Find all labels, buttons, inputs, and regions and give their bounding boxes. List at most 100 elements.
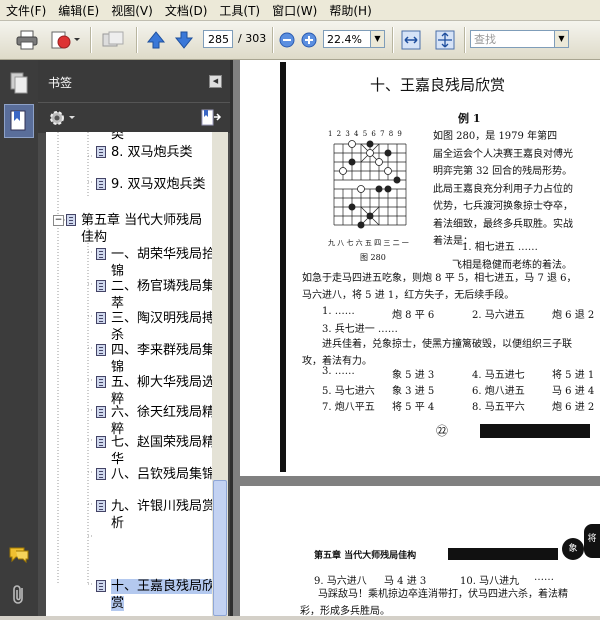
bookmark-page-icon bbox=[96, 344, 106, 356]
next-page-button[interactable] bbox=[172, 28, 196, 52]
running-header: 第五章 当代大师残局佳构 bbox=[314, 551, 417, 561]
bookmark-page-icon bbox=[96, 376, 106, 388]
menu-file[interactable]: 文件(F) bbox=[0, 2, 52, 19]
fit-width-button[interactable] bbox=[398, 28, 424, 52]
expand-bookmark-button[interactable] bbox=[200, 108, 222, 128]
fit-page-button[interactable] bbox=[432, 28, 458, 52]
bookmark-page-icon bbox=[96, 312, 106, 324]
paragraph-analysis: 进兵佳着，兑象掠士，使黑方撞篱破毁，以便组织三子联 攻，着法有力。 bbox=[302, 339, 572, 367]
chevron-down-icon: ▼ bbox=[374, 34, 381, 43]
bookmark-label: 五、柳大华残局选粹 bbox=[111, 375, 216, 407]
chevron-left-icon: ◀ bbox=[212, 77, 219, 85]
chevron-down-icon: ▼ bbox=[558, 34, 565, 43]
board-numbers-bottom: 九 八 七 六 五 四 三 二 一 bbox=[328, 239, 409, 247]
redaction-block bbox=[448, 548, 558, 560]
bookmark-icon bbox=[10, 110, 26, 131]
board-numbers-top: 1 2 3 4 5 6 7 8 9 bbox=[328, 130, 403, 138]
collapse-toggle[interactable]: − bbox=[53, 215, 64, 226]
menu-bar: 文件(F) 编辑(E) 视图(V) 文档(D) 工具(T) 窗口(W) 帮助(H… bbox=[0, 0, 600, 21]
paragraph-intro: 如图 280，是 1979 年第四 届全运会个人决赛王嘉良对傅光 明弈完第 32… bbox=[433, 131, 573, 247]
printer-icon bbox=[16, 30, 38, 50]
collaborate-button[interactable] bbox=[98, 28, 130, 52]
search-dropdown-button[interactable]: ▼ bbox=[555, 30, 569, 48]
bookmark-label: 第五章 当代大师残局佳构 bbox=[81, 213, 203, 245]
paragraph-analysis: 马踩敌马！乘机掠边卒连消带打，伏马四进六杀，着法精 彩，形成多兵胜局。 bbox=[300, 589, 568, 617]
panel-splitter[interactable] bbox=[230, 60, 233, 616]
toolbar: 285 / 303 22.4% ▼ 查找 ▼ bbox=[0, 21, 600, 60]
bookmark-scrollbar-thumb[interactable] bbox=[213, 480, 227, 616]
menu-view[interactable]: 视图(V) bbox=[105, 2, 159, 19]
bookmark-page-icon bbox=[66, 214, 76, 226]
menu-document[interactable]: 文档(D) bbox=[159, 2, 214, 19]
arrow-down-icon bbox=[174, 31, 194, 49]
search-input[interactable]: 查找 bbox=[470, 30, 555, 48]
bookmark-label: 一、胡荣华残局拾锦 bbox=[111, 247, 216, 279]
options-menu-button[interactable] bbox=[48, 108, 80, 128]
bookmark-label: 六、徐天红残局精粹 bbox=[111, 405, 216, 437]
toolbar-separator bbox=[392, 27, 394, 53]
move-line: 3. 兵七进一 …… bbox=[322, 324, 398, 335]
move-line: 1. 相七进五 …… bbox=[462, 242, 538, 253]
minus-icon: − bbox=[54, 215, 63, 225]
navigation-strip bbox=[0, 60, 38, 616]
bookmark-tree: − 类 8. 双马炮兵类 9. 双马双炮兵类 第五章 当代大师残局佳构 一、胡荣… bbox=[46, 132, 218, 616]
paragraph-analysis: 如急于走马四进五吃象，则炮 8 平 5，相七进五，马 7 退 6， 马六进八，将… bbox=[302, 273, 577, 301]
zoom-out-button[interactable] bbox=[278, 28, 296, 52]
example-label: 例 1 bbox=[458, 112, 481, 125]
toolbar-separator bbox=[90, 27, 92, 53]
bookmarks-toolbar bbox=[38, 102, 230, 133]
zoom-level-input[interactable]: 22.4% bbox=[323, 30, 371, 48]
fit-width-icon bbox=[401, 30, 421, 50]
bookmark-page-icon bbox=[96, 178, 106, 190]
comment-icon bbox=[9, 547, 29, 564]
figure-caption: 图 280 bbox=[360, 253, 386, 262]
bookmarks-panel-header: 书签 ◀ bbox=[38, 60, 230, 102]
menu-tools[interactable]: 工具(T) bbox=[213, 2, 266, 19]
toolbar-separator bbox=[136, 27, 138, 53]
bookmark-label: 8. 双马炮兵类 bbox=[111, 145, 193, 160]
collaborate-icon bbox=[102, 31, 124, 47]
bookmark-page-icon bbox=[96, 248, 106, 260]
bookmark-page-icon bbox=[96, 500, 106, 512]
bookmark-label: 十、王嘉良残局欣赏 bbox=[111, 579, 216, 611]
bookmark-page-icon bbox=[96, 580, 106, 592]
bookmark-page-icon bbox=[96, 280, 106, 292]
side-badge: 象 bbox=[562, 538, 584, 560]
fit-page-icon bbox=[435, 30, 455, 50]
toolbar-separator bbox=[464, 27, 466, 53]
print-button[interactable] bbox=[14, 28, 40, 52]
page-number: ㉒ bbox=[436, 424, 449, 438]
comments-panel-button[interactable] bbox=[6, 542, 32, 568]
create-pdf-icon bbox=[51, 31, 80, 49]
collapse-panel-button[interactable]: ◀ bbox=[209, 75, 222, 88]
zoom-dropdown-button[interactable]: ▼ bbox=[371, 30, 385, 48]
bookmarks-panel-button[interactable] bbox=[4, 104, 34, 138]
page-title: 十、王嘉良残局欣赏 bbox=[370, 76, 506, 94]
create-pdf-button[interactable] bbox=[48, 28, 82, 52]
zoom-in-button[interactable] bbox=[300, 28, 318, 52]
bookmark-page-icon bbox=[96, 436, 106, 448]
menu-help[interactable]: 帮助(H) bbox=[323, 2, 377, 19]
menu-window[interactable]: 窗口(W) bbox=[266, 2, 323, 19]
bookmark-label: 二、杨官璘残局集萃 bbox=[111, 279, 216, 311]
attachments-panel-button[interactable] bbox=[6, 582, 32, 608]
page-number-input[interactable]: 285 bbox=[203, 30, 233, 48]
expand-bookmark-icon bbox=[201, 109, 222, 126]
bookmark-label: 四、李来群残局集锦 bbox=[111, 343, 216, 375]
pages-panel-button[interactable] bbox=[6, 70, 32, 96]
gear-icon bbox=[50, 111, 75, 125]
bookmark-page-icon bbox=[96, 468, 106, 480]
bookmark-label: 三、陶汉明残局搏杀 bbox=[111, 311, 216, 343]
bookmark-label: 类 bbox=[111, 132, 125, 142]
xiangqi-board bbox=[333, 140, 407, 229]
document-page: 十、王嘉良残局欣赏 例 1 1 2 3 4 5 6 7 8 9 九 八 七 六 … bbox=[240, 60, 600, 476]
bookmark-label: 9. 双马双炮兵类 bbox=[111, 177, 206, 192]
arrow-up-icon bbox=[146, 31, 166, 49]
paperclip-icon bbox=[13, 585, 23, 604]
comment-line: 飞相是稳健而老练的着法。 bbox=[452, 260, 572, 271]
previous-page-button[interactable] bbox=[144, 28, 168, 52]
document-page: 第五章 当代大师残局佳构 象 将 9. 马六进八 马 4 进 3 10. 马八进… bbox=[240, 486, 600, 617]
bookmark-page-icon bbox=[96, 406, 106, 418]
menu-edit[interactable]: 编辑(E) bbox=[52, 2, 105, 19]
bookmark-label: 七、赵国荣残局精华 bbox=[111, 435, 216, 467]
